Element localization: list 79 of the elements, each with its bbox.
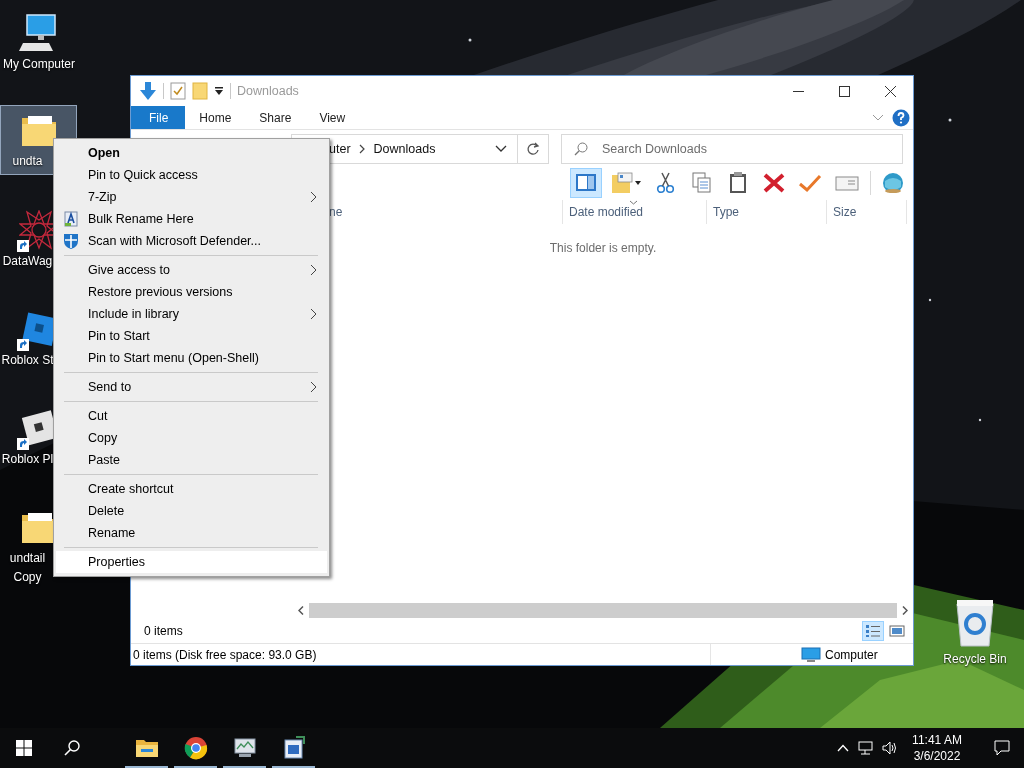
- breadcrumb[interactable]: uter: [329, 139, 351, 159]
- menu-item[interactable]: Pin to Start: [56, 325, 327, 347]
- toolbar-button[interactable]: [570, 168, 602, 198]
- icon-label: DataWag: [1, 254, 54, 269]
- column-header[interactable]: Date modified: [569, 203, 644, 221]
- desktop-icon[interactable]: My Computer: [0, 8, 77, 78]
- taskbar-clock[interactable]: 11:41 AM 3/6/2022: [902, 728, 972, 768]
- download-arrow-icon: [139, 81, 157, 101]
- menu-item[interactable]: 7-Zip: [56, 186, 327, 208]
- folder-icon: [192, 82, 208, 100]
- menu-item[interactable]: Bulk Rename Here: [56, 208, 327, 230]
- globe-icon: [881, 171, 905, 195]
- icon-label: undtail: [8, 551, 47, 566]
- shield-icon: [63, 233, 79, 249]
- icon-label: Recycle Bin: [943, 652, 1007, 667]
- view-button[interactable]: [862, 621, 884, 641]
- volume-icon: [882, 741, 898, 755]
- caret-icon: [214, 86, 224, 96]
- chevron-right-icon: [357, 144, 366, 154]
- menu-item[interactable]: Create shortcut: [56, 478, 327, 500]
- sort-caret-icon: [629, 200, 638, 205]
- column-header[interactable]: Size: [833, 203, 857, 221]
- menu-item[interactable]: Copy: [56, 427, 327, 449]
- ribbon-tab[interactable]: Home: [185, 106, 246, 129]
- computer-icon: [18, 13, 59, 53]
- status-location: Computer: [825, 646, 879, 664]
- ribbon-tab[interactable]: File: [131, 106, 186, 129]
- large-icons-view-icon: [889, 624, 905, 638]
- computer-icon: [801, 646, 821, 663]
- document-icon: [281, 736, 306, 760]
- menu-item[interactable]: Pin to Start menu (Open-Shell): [56, 347, 327, 369]
- icon-label: Roblox St: [1, 353, 54, 368]
- icon-label: undta: [11, 154, 44, 169]
- close-icon: [884, 85, 896, 97]
- windows-logo-icon: [16, 740, 32, 756]
- ribbon-tab[interactable]: Share: [245, 106, 306, 129]
- scroll-left-icon: [298, 606, 304, 615]
- search-icon: [64, 740, 80, 756]
- scroll-right-icon: [902, 606, 908, 615]
- chevron-down-icon: [872, 113, 884, 122]
- details-view-icon: [865, 624, 881, 638]
- chevron-down-icon: [495, 145, 507, 153]
- menu-item[interactable]: Restore previous versions: [56, 281, 327, 303]
- notification-icon: [994, 740, 1010, 756]
- search-field[interactable]: Search Downloads: [561, 134, 903, 164]
- icon-label: Roblox Pl: [1, 452, 54, 467]
- network-icon: [858, 741, 874, 755]
- window-title: Downloads: [237, 82, 299, 100]
- recycle-bin-icon: [953, 598, 997, 648]
- menu-item[interactable]: Cut: [56, 405, 327, 427]
- copy-icon: [690, 171, 714, 195]
- menu-item[interactable]: Properties: [56, 551, 327, 573]
- column-header[interactable]: Type: [713, 203, 739, 221]
- rename-icon: [63, 211, 79, 227]
- desktop-icon[interactable]: Recycle Bin: [936, 598, 1014, 667]
- menu-item[interactable]: Paste: [56, 449, 327, 471]
- monitor-icon: [232, 736, 257, 760]
- maximize-icon: [838, 85, 850, 97]
- status-text: 0 items (Disk free space: 93.0 GB): [133, 646, 317, 664]
- ribbon-tab[interactable]: View: [305, 106, 360, 129]
- delete-icon: [762, 171, 786, 195]
- breadcrumb[interactable]: Downloads: [373, 139, 436, 159]
- icon-label: Copy: [12, 570, 43, 585]
- refresh-icon: [526, 142, 540, 156]
- empty-message: This folder is empty.: [548, 240, 658, 257]
- menu-item[interactable]: Scan with Microsoft Defender...: [56, 230, 327, 252]
- help-icon: [892, 108, 910, 127]
- column-header[interactable]: ne: [329, 203, 343, 221]
- properties-icon: [610, 171, 642, 195]
- menu-item[interactable]: Rename: [56, 522, 327, 544]
- checklist-icon: [170, 82, 186, 100]
- item-count: 0 items: [144, 623, 183, 640]
- menu-item[interactable]: Give access to: [56, 259, 327, 281]
- menu-item[interactable]: Send to: [56, 376, 327, 398]
- chevron-up-icon: [837, 744, 849, 752]
- browser-icon: [183, 736, 208, 760]
- menu-item[interactable]: Include in library: [56, 303, 327, 325]
- icon-label: My Computer: [2, 57, 76, 72]
- menu-item[interactable]: Delete: [56, 500, 327, 522]
